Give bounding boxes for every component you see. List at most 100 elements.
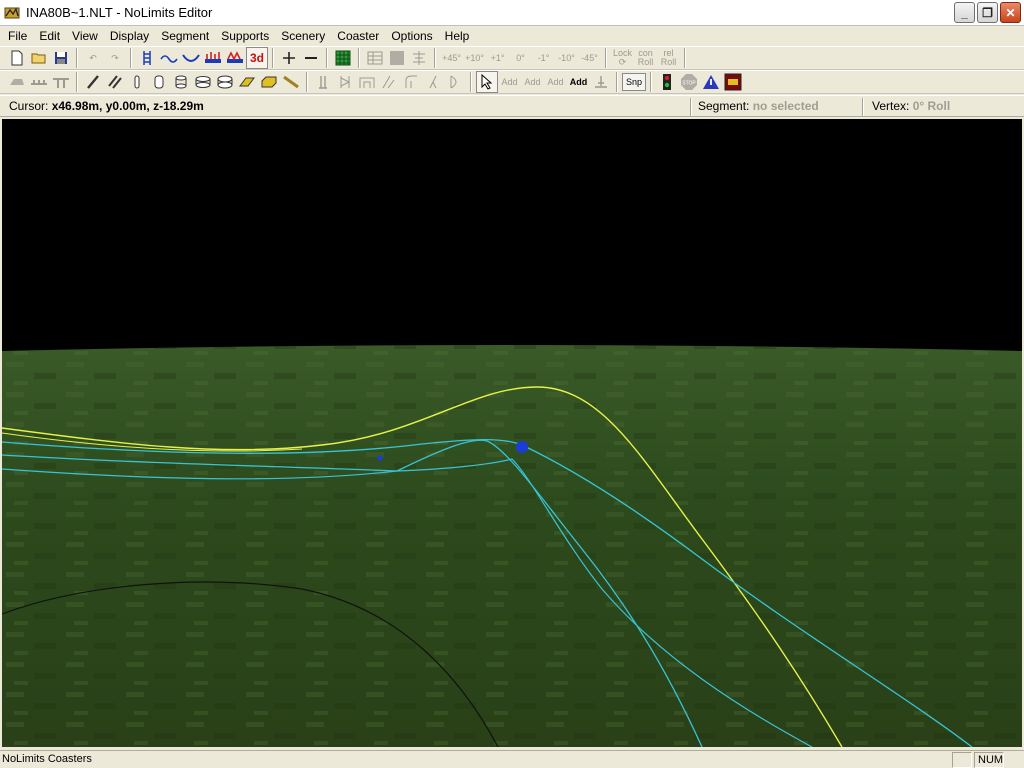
remove-vertex-icon[interactable] (300, 47, 322, 69)
cursor-label: Cursor: (9, 99, 52, 113)
undo-icon[interactable]: ↶ (82, 47, 104, 69)
menu-segment[interactable]: Segment (155, 27, 215, 45)
minimize-button[interactable]: _ (954, 2, 975, 23)
pillar-icon[interactable] (148, 71, 170, 93)
spline-wave-icon[interactable] (158, 47, 180, 69)
close-button[interactable]: ✕ (1000, 2, 1021, 23)
toolbar-separator (76, 48, 78, 68)
support-curve-icon[interactable] (444, 71, 466, 93)
menu-scenery[interactable]: Scenery (275, 27, 331, 45)
toolbar-separator (470, 72, 472, 92)
traffic-light-icon[interactable] (656, 71, 678, 93)
add-node-label: Add (501, 76, 518, 87)
menu-supports[interactable]: Supports (215, 27, 275, 45)
segment-readout: Segment: no selected (698, 99, 819, 113)
train-icon[interactable] (28, 71, 50, 93)
roll-plus10-button[interactable]: +10° (463, 47, 486, 69)
segment-label: Segment: (698, 99, 753, 113)
lock-roll-button[interactable]: Lock ⟳ (611, 47, 634, 69)
snap-button[interactable]: Snp (622, 73, 646, 91)
support-tie-icon[interactable] (50, 71, 72, 93)
toolbar-separator (306, 72, 308, 92)
menu-coaster[interactable]: Coaster (331, 27, 385, 45)
fill-icon[interactable] (386, 47, 408, 69)
new-file-icon[interactable] (6, 47, 28, 69)
track-ladder-icon[interactable] (136, 47, 158, 69)
align-icon[interactable] (408, 47, 430, 69)
select-pointer-icon[interactable] (476, 71, 498, 93)
stop-sign-icon[interactable]: STOP (678, 71, 700, 93)
ramp-icon[interactable] (280, 71, 302, 93)
rel-roll-button[interactable]: rel Roll (657, 47, 680, 69)
roll-plus1-button[interactable]: +1° (486, 47, 509, 69)
support-arch-icon[interactable] (356, 71, 378, 93)
vertex-handle[interactable] (516, 441, 528, 453)
toolbar-separator (605, 48, 607, 68)
redo-icon[interactable]: ↷ (104, 47, 126, 69)
double-beam-icon[interactable] (104, 71, 126, 93)
add-support-button[interactable]: Add (544, 71, 567, 93)
roll-plus45-button[interactable]: +45° (440, 47, 463, 69)
roll-minus10-button[interactable]: -10° (555, 47, 578, 69)
tools-toolbar: Add Add Add Add Snp STOP (0, 70, 1024, 94)
menu-file[interactable]: File (2, 27, 33, 45)
ground-anchor-icon[interactable] (590, 71, 612, 93)
table-icon[interactable] (364, 47, 386, 69)
add-support-label: Add (547, 76, 564, 87)
toolbar-separator (130, 48, 132, 68)
view-3d-toggle[interactable]: 3d (246, 47, 268, 69)
menu-options[interactable]: Options (385, 27, 438, 45)
roll-zero-button[interactable]: 0° (509, 47, 532, 69)
pillar-medium-icon[interactable] (170, 71, 192, 93)
car-icon[interactable] (6, 71, 28, 93)
support-pole-icon[interactable] (312, 71, 334, 93)
brakes-icon[interactable] (224, 47, 246, 69)
toolbar-separator (326, 48, 328, 68)
station-icon[interactable] (202, 47, 224, 69)
main-toolbar: ↶ ↷ 3d +45° +10° +1° 0° -1° -10° -45° Lo… (0, 46, 1024, 70)
open-folder-icon[interactable] (28, 47, 50, 69)
menu-help[interactable]: Help (439, 27, 476, 45)
app-icon (4, 6, 20, 18)
roll-minus1-button[interactable]: -1° (532, 47, 555, 69)
support-slant-icon[interactable] (378, 71, 400, 93)
vertex-label: Vertex: (872, 99, 913, 113)
grid-icon[interactable] (332, 47, 354, 69)
3d-viewport[interactable] (2, 119, 1022, 747)
support-lattice-icon[interactable] (334, 71, 356, 93)
con-roll-button[interactable]: con Roll (634, 47, 657, 69)
pillar-wide-icon[interactable] (192, 71, 214, 93)
footer-icon[interactable] (214, 71, 236, 93)
vertex-readout: Vertex: 0° Roll (872, 99, 950, 113)
status-bar: NoLimits Coasters NUM (0, 750, 1024, 768)
add-vertex-icon[interactable] (278, 47, 300, 69)
menu-edit[interactable]: Edit (33, 27, 66, 45)
status-panel (952, 752, 972, 768)
vertex-handle[interactable] (377, 455, 383, 461)
menu-view[interactable]: View (66, 27, 104, 45)
support-x-icon[interactable] (422, 71, 444, 93)
yellow-box-icon[interactable] (258, 71, 280, 93)
beam-icon[interactable] (82, 71, 104, 93)
segment-value: no selected (752, 99, 819, 113)
menu-display[interactable]: Display (104, 27, 155, 45)
block-brake-icon[interactable] (722, 71, 744, 93)
add-node-button[interactable]: Add (498, 71, 521, 93)
add-free-node-label: Add (569, 76, 588, 87)
info-bar: Cursor: x46.98m, y0.00m, z-18.29m Segmen… (0, 95, 1024, 117)
restore-button[interactable]: ❐ (977, 2, 998, 23)
spline-dip-icon[interactable] (180, 47, 202, 69)
pillar-thin-icon[interactable] (126, 71, 148, 93)
toolbar-separator (684, 48, 686, 68)
add-free-node-button[interactable]: Add (567, 71, 590, 93)
warning-triangle-icon[interactable] (700, 71, 722, 93)
save-icon[interactable] (50, 47, 72, 69)
ground-texture (2, 345, 1022, 747)
info-separator (862, 98, 864, 116)
add-connector-button[interactable]: Add (521, 71, 544, 93)
scene-canvas[interactable] (2, 119, 1022, 747)
support-bent-icon[interactable] (400, 71, 422, 93)
toolbar-separator (76, 72, 78, 92)
roll-minus45-button[interactable]: -45° (578, 47, 601, 69)
yellow-block-icon[interactable] (236, 71, 258, 93)
